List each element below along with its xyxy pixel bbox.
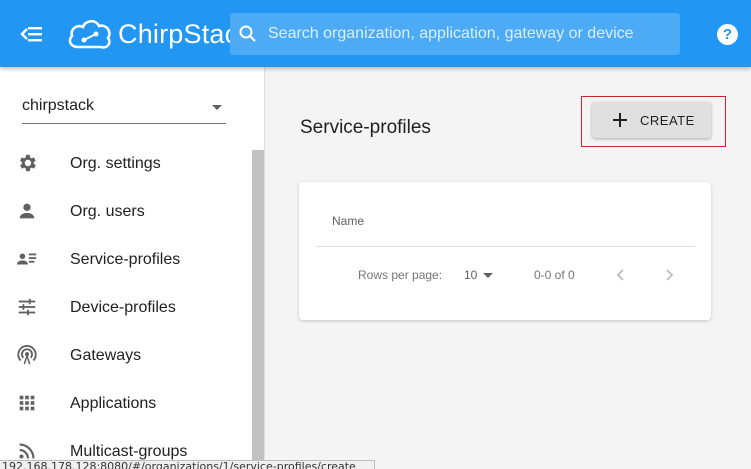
rows-per-page-select[interactable]: 10: [464, 268, 477, 282]
app-bar: ChirpStack ?: [0, 0, 751, 67]
create-button[interactable]: CREATE: [592, 102, 711, 138]
create-button-label: CREATE: [640, 112, 695, 128]
rss-icon: [19, 443, 35, 459]
service-profiles-icon: [16, 253, 37, 265]
column-header-name[interactable]: Name: [332, 214, 364, 228]
organization-select-value: chirpstack: [22, 97, 95, 114]
previous-page-icon[interactable]: [614, 267, 628, 283]
service-profiles-table: Name Rows per page: 10 0-0 of 0: [299, 182, 711, 320]
cloud-logo-icon: [68, 19, 111, 49]
chevron-down-icon[interactable]: [483, 273, 493, 278]
table-divider: [315, 246, 695, 247]
organization-select[interactable]: chirpstack: [22, 97, 226, 124]
menu-open-icon: [20, 27, 42, 42]
sidebar: chirpstack Org. settings Org. users Serv…: [0, 67, 265, 469]
chevron-down-icon: [212, 105, 222, 110]
menu-collapse-button[interactable]: [20, 22, 46, 46]
search-bar[interactable]: [230, 13, 680, 55]
pagination-range: 0-0 of 0: [534, 268, 575, 282]
sliders-icon: [18, 298, 36, 316]
sidebar-item-label: Gateways: [70, 347, 142, 364]
grid-icon: [19, 395, 35, 411]
user-icon: [19, 203, 35, 219]
sidebar-item-label: Service-profiles: [70, 251, 181, 268]
sidebar-item-org-settings[interactable]: Org. settings: [0, 140, 252, 188]
plus-icon: [613, 113, 627, 127]
sidebar-item-label: Device-profiles: [70, 299, 176, 316]
search-input[interactable]: [268, 25, 668, 43]
sidebar-scrollbar[interactable]: [252, 150, 264, 469]
sidebar-item-service-profiles[interactable]: Service-profiles: [0, 236, 252, 284]
main-content: Service-profiles CREATE Name Rows per pa…: [266, 67, 751, 469]
sidebar-item-applications[interactable]: Applications: [0, 380, 252, 428]
sidebar-item-gateways[interactable]: Gateways: [0, 332, 252, 380]
antenna-icon: [17, 345, 37, 365]
status-bar-url: 192.168.178.128:8080/#/organizations/1/s…: [0, 460, 375, 469]
page-title: Service-profiles: [300, 117, 431, 138]
sidebar-item-label: Org. settings: [70, 155, 161, 172]
help-button[interactable]: ?: [717, 24, 738, 45]
sidebar-item-label: Applications: [70, 395, 157, 412]
gear-icon: [20, 154, 36, 172]
chirpstack-logo[interactable]: ChirpStack: [66, 12, 252, 56]
next-page-icon[interactable]: [662, 267, 676, 283]
sidebar-item-device-profiles[interactable]: Device-profiles: [0, 284, 252, 332]
sidebar-item-label: Org. users: [70, 203, 145, 220]
search-icon: [239, 25, 256, 42]
sidebar-item-label: Multicast-groups: [70, 443, 188, 460]
rows-per-page-label: Rows per page:: [358, 268, 443, 282]
sidebar-item-org-users[interactable]: Org. users: [0, 188, 252, 236]
